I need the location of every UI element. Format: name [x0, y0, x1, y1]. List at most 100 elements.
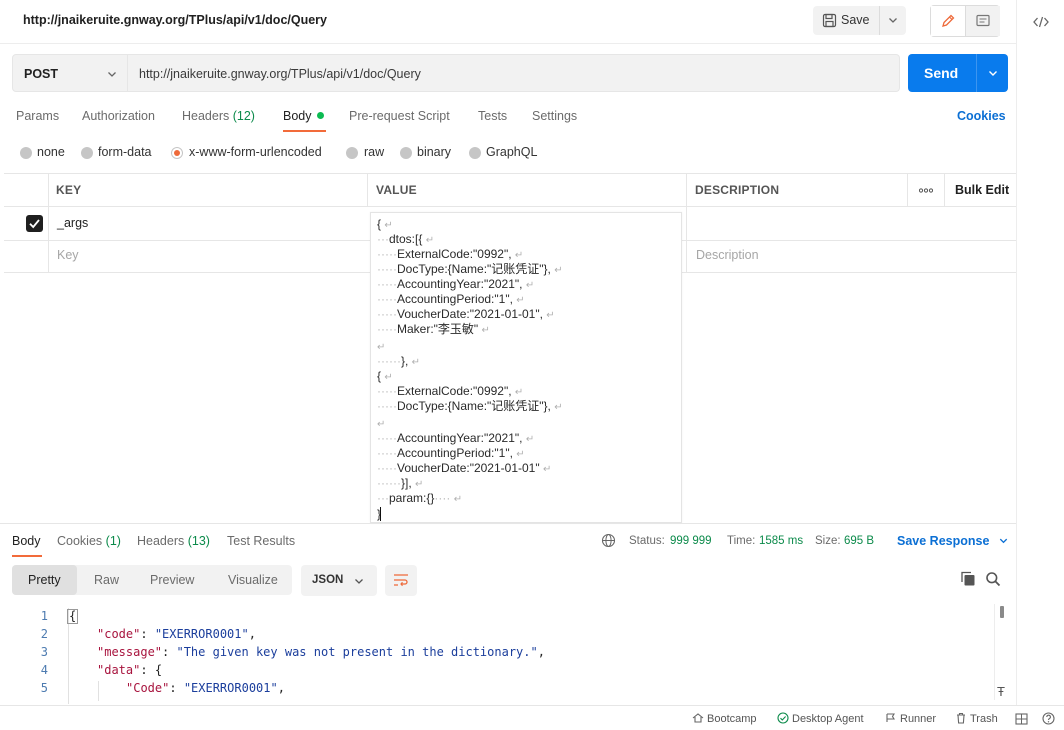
view-visualize-button[interactable]: Visualize — [228, 573, 278, 587]
new-key-input[interactable]: Key — [57, 248, 79, 262]
json-value: "EXERROR0001" — [154, 627, 249, 641]
value-line: VoucherDate:"2021-01-01", — [396, 307, 543, 321]
status-label: Status: — [629, 535, 665, 547]
format-select[interactable]: JSON — [301, 565, 377, 596]
text-caret — [380, 507, 381, 521]
json-key: "code" — [97, 627, 141, 641]
text-cursor-icon: Ŧ — [997, 684, 1005, 699]
active-tab-indicator — [283, 130, 326, 132]
tab-pre-request-script[interactable]: Pre-request Script — [349, 109, 450, 123]
view-raw-button[interactable]: Raw — [94, 573, 119, 587]
value-editor[interactable]: { ↵ ···dtos:[{ ↵ ·····ExternalCode:"0992… — [370, 212, 682, 523]
row-enabled-checkbox[interactable] — [26, 215, 43, 232]
comment-icon — [976, 14, 990, 27]
radio-urlencoded[interactable] — [171, 147, 183, 159]
request-title[interactable]: http://jnaikeruite.gnway.org/TPlus/api/v… — [23, 13, 327, 27]
right-sidebar — [1016, 0, 1064, 705]
response-tab-headers[interactable]: Headers (13) — [137, 534, 210, 548]
response-body-viewer[interactable]: 1 2 3 4 5 { "code": "EXERROR0001", "mess… — [0, 604, 994, 704]
value-line: param:{} — [389, 491, 435, 505]
radio-graphql[interactable] — [469, 147, 481, 159]
tab-tests[interactable]: Tests — [478, 109, 507, 123]
copy-icon[interactable] — [960, 571, 976, 587]
radio-raw-label[interactable]: raw — [364, 145, 384, 159]
value-line: AccountingYear:"2021", — [396, 431, 523, 445]
value-line: }], — [400, 476, 412, 490]
response-tab-headers-label: Headers — [137, 534, 185, 548]
radio-form-data[interactable] — [81, 147, 93, 159]
cookies-link[interactable]: Cookies — [957, 109, 1006, 123]
response-tab-cookies[interactable]: Cookies (1) — [57, 534, 121, 548]
radio-none-label[interactable]: none — [37, 145, 65, 159]
more-options-icon[interactable] — [919, 188, 933, 193]
status-footer: Bootcamp Desktop Agent Runner Trash — [0, 705, 1064, 730]
line-number: 5 — [40, 681, 48, 695]
search-icon[interactable] — [985, 571, 1001, 587]
trash-button[interactable]: Trash — [955, 712, 998, 725]
help-icon[interactable] — [1042, 712, 1055, 725]
chevron-down-icon — [108, 72, 116, 77]
save-response-button[interactable]: Save Response — [897, 534, 1009, 548]
scroll-thumb[interactable] — [1000, 606, 1004, 618]
response-tab-test-results[interactable]: Test Results — [227, 534, 295, 548]
runner-button[interactable]: Runner — [885, 712, 936, 725]
desktop-agent-button[interactable]: Desktop Agent — [777, 712, 864, 725]
code-icon[interactable] — [1032, 14, 1050, 30]
trash-label: Trash — [970, 713, 998, 725]
row-key-value[interactable]: _args — [57, 216, 88, 230]
send-button[interactable]: Send — [908, 54, 1008, 92]
radio-binary-label[interactable]: binary — [417, 145, 451, 159]
method-select[interactable]: POST — [12, 54, 128, 92]
json-value: "The given key was not present in the di… — [176, 645, 538, 659]
view-pretty-label[interactable]: Pretty — [28, 573, 61, 587]
url-input[interactable]: http://jnaikeruite.gnway.org/TPlus/api/v… — [128, 54, 900, 92]
method-value: POST — [24, 67, 59, 81]
active-response-tab-indicator — [12, 555, 42, 557]
radio-graphql-label[interactable]: GraphQL — [486, 145, 537, 159]
wrap-lines-button[interactable] — [385, 565, 417, 596]
globe-icon[interactable] — [601, 533, 616, 548]
tab-headers[interactable]: Headers (12) — [182, 109, 255, 123]
col-key-header: KEY — [56, 183, 82, 197]
radio-none[interactable] — [20, 147, 32, 159]
value-line: AccountingPeriod:"1", — [396, 292, 513, 306]
edit-mode-button[interactable] — [931, 6, 966, 36]
runner-label: Runner — [900, 713, 937, 725]
tab-body[interactable]: Body — [283, 109, 324, 123]
comments-button[interactable] — [966, 6, 1000, 36]
new-description-input[interactable]: Description — [696, 248, 759, 262]
response-tab-body[interactable]: Body — [12, 534, 41, 548]
col-description-header: DESCRIPTION — [695, 183, 780, 197]
radio-binary[interactable] — [400, 147, 412, 159]
save-button[interactable]: Save — [813, 6, 906, 35]
view-preview-button[interactable]: Preview — [150, 573, 194, 587]
time-value[interactable]: 1585 ms — [759, 535, 803, 547]
response-tab-cookies-count: (1) — [105, 534, 121, 548]
chevron-down-icon[interactable] — [987, 67, 999, 79]
code-scrollbar[interactable]: Ŧ — [994, 604, 1008, 700]
size-value[interactable]: 695 B — [844, 535, 874, 547]
modified-dot — [316, 112, 324, 119]
tab-settings[interactable]: Settings — [532, 109, 577, 123]
tab-params[interactable]: Params — [16, 109, 59, 123]
tab-body-label: Body — [283, 109, 312, 123]
json-brace: { — [154, 663, 163, 677]
radio-urlencoded-label[interactable]: x-www-form-urlencoded — [189, 145, 322, 159]
line-number: 1 — [40, 609, 48, 623]
chevron-down-icon — [355, 579, 363, 584]
time-label: Time: — [727, 535, 756, 547]
bulk-edit-button[interactable]: Bulk Edit — [955, 183, 1009, 197]
response-tab-headers-count: (13) — [187, 534, 210, 548]
value-line: { — [377, 369, 382, 383]
value-line: Maker:"李玉敏" — [396, 322, 479, 336]
layout-icon[interactable] — [1015, 713, 1028, 725]
value-line: DocType:{Name:"记账凭证"}, — [396, 399, 551, 413]
bootcamp-button[interactable]: Bootcamp — [692, 712, 757, 725]
save-response-label: Save Response — [897, 534, 990, 548]
radio-form-data-label[interactable]: form-data — [98, 145, 152, 159]
json-value: "EXERROR0001" — [183, 681, 278, 695]
tab-authorization[interactable]: Authorization — [82, 109, 155, 123]
chevron-down-icon[interactable] — [887, 14, 899, 26]
radio-raw[interactable] — [346, 147, 358, 159]
status-value[interactable]: 999 999 — [670, 535, 712, 547]
